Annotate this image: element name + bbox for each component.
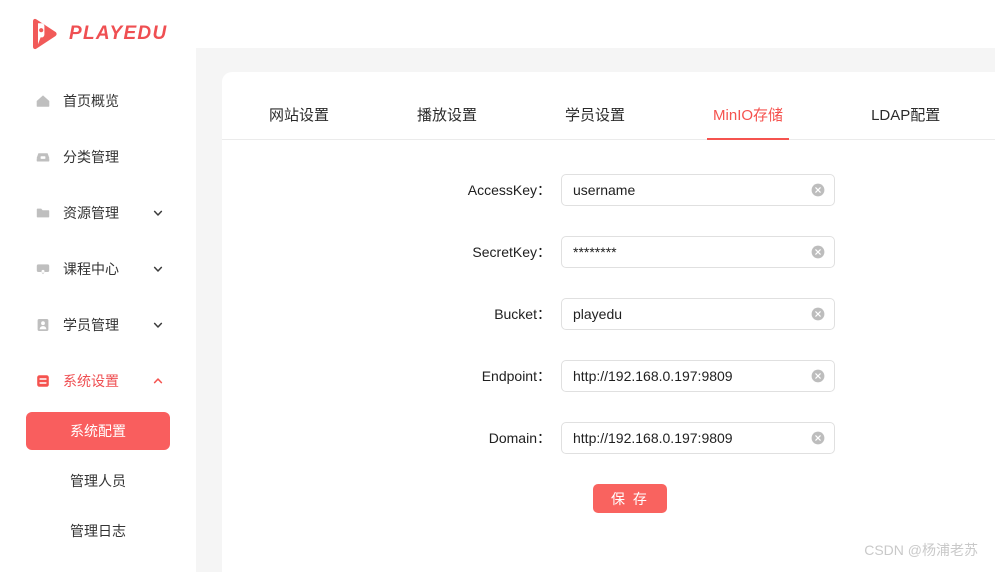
sidebar-item-label: 课程中心 xyxy=(63,259,119,279)
form-actions-spacer xyxy=(222,484,593,513)
chevron-up-icon[interactable] xyxy=(152,375,164,387)
bucket-label: Bucket： xyxy=(222,304,561,324)
chevron-down-icon[interactable] xyxy=(152,263,164,275)
secretkey-label: SecretKey： xyxy=(222,242,561,262)
endpoint-input[interactable]: http://192.168.0.197:9809 xyxy=(561,360,835,392)
sidebar-item-label: 分类管理 xyxy=(63,147,119,167)
tab-ldap-config[interactable]: LDAP配置 xyxy=(871,104,940,139)
brand-logo[interactable]: PLAYEDU xyxy=(0,0,196,68)
clear-circle-icon[interactable] xyxy=(811,431,825,445)
sidebar-subnav-system: 系统配置 管理人员 管理日志 xyxy=(0,412,196,550)
sidebar-item-label: 首页概览 xyxy=(63,91,119,111)
sidebar-item-resource[interactable]: 资源管理 xyxy=(0,198,196,228)
chevron-down-icon[interactable] xyxy=(152,319,164,331)
tab-minio-storage[interactable]: MinIO存储 xyxy=(713,104,783,139)
chat-icon xyxy=(35,261,51,277)
user-icon xyxy=(35,317,51,333)
minio-settings-form: AccessKey： username SecretKey： ******** xyxy=(222,140,995,513)
accesskey-input[interactable]: username xyxy=(561,174,835,206)
sidebar-subitem-admins[interactable]: 管理人员 xyxy=(26,462,170,500)
sidebar-item-label: 学员管理 xyxy=(63,315,119,335)
content-card: 网站设置 播放设置 学员设置 MinIO存储 LDAP配置 AccessKey：… xyxy=(222,72,995,572)
secretkey-input[interactable]: ******** xyxy=(561,236,835,268)
tab-student-settings[interactable]: 学员设置 xyxy=(565,104,625,139)
form-row-endpoint: Endpoint： http://192.168.0.197:9809 xyxy=(222,360,995,392)
settings-tabs: 网站设置 播放设置 学员设置 MinIO存储 LDAP配置 xyxy=(222,72,995,140)
sidebar-item-system-settings[interactable]: 系统设置 xyxy=(0,366,196,396)
inbox-icon xyxy=(35,149,51,165)
brand-name: PLAYEDU xyxy=(69,23,167,45)
clear-circle-icon[interactable] xyxy=(811,369,825,383)
sidebar-item-label: 系统设置 xyxy=(63,371,119,391)
home-icon xyxy=(35,93,51,109)
clear-circle-icon[interactable] xyxy=(811,307,825,321)
sidebar-item-label: 资源管理 xyxy=(63,203,119,223)
clear-circle-icon[interactable] xyxy=(811,245,825,259)
accesskey-label: AccessKey： xyxy=(222,180,561,200)
domain-input[interactable]: http://192.168.0.197:9809 xyxy=(561,422,835,454)
sidebar-item-student[interactable]: 学员管理 xyxy=(0,310,196,340)
accesskey-input-wrap: username xyxy=(561,174,835,206)
play-triangle-logo-icon xyxy=(26,17,60,51)
tab-website-settings[interactable]: 网站设置 xyxy=(269,104,329,139)
sidebar-subitem-admin-logs[interactable]: 管理日志 xyxy=(26,512,170,550)
form-row-secretkey: SecretKey： ******** xyxy=(222,236,995,268)
endpoint-label: Endpoint： xyxy=(222,366,561,386)
clear-circle-icon[interactable] xyxy=(811,183,825,197)
form-row-bucket: Bucket： playedu xyxy=(222,298,995,330)
top-header-bar xyxy=(196,0,995,48)
sidebar-item-category[interactable]: 分类管理 xyxy=(0,142,196,172)
sidebar-subitem-system-config[interactable]: 系统配置 xyxy=(26,412,170,450)
bucket-input[interactable]: playedu xyxy=(561,298,835,330)
sidebar-item-course[interactable]: 课程中心 xyxy=(0,254,196,284)
form-row-domain: Domain： http://192.168.0.197:9809 xyxy=(222,422,995,454)
app-root: PLAYEDU 首页概览 分类管理 xyxy=(0,0,995,572)
sidebar-item-home[interactable]: 首页概览 xyxy=(0,86,196,116)
form-actions: 保 存 xyxy=(222,484,995,513)
tab-playback-settings[interactable]: 播放设置 xyxy=(417,104,477,139)
settings-list-icon xyxy=(35,373,51,389)
save-button[interactable]: 保 存 xyxy=(593,484,667,513)
domain-label: Domain： xyxy=(222,428,561,448)
sidebar-nav: 首页概览 分类管理 资源管理 xyxy=(0,68,196,550)
chevron-down-icon[interactable] xyxy=(152,207,164,219)
bucket-input-wrap: playedu xyxy=(561,298,835,330)
endpoint-input-wrap: http://192.168.0.197:9809 xyxy=(561,360,835,392)
sidebar: PLAYEDU 首页概览 分类管理 xyxy=(0,0,196,572)
folder-icon xyxy=(35,205,51,221)
form-row-accesskey: AccessKey： username xyxy=(222,174,995,206)
domain-input-wrap: http://192.168.0.197:9809 xyxy=(561,422,835,454)
watermark-text: CSDN @杨浦老苏 xyxy=(864,540,978,560)
secretkey-input-wrap: ******** xyxy=(561,236,835,268)
